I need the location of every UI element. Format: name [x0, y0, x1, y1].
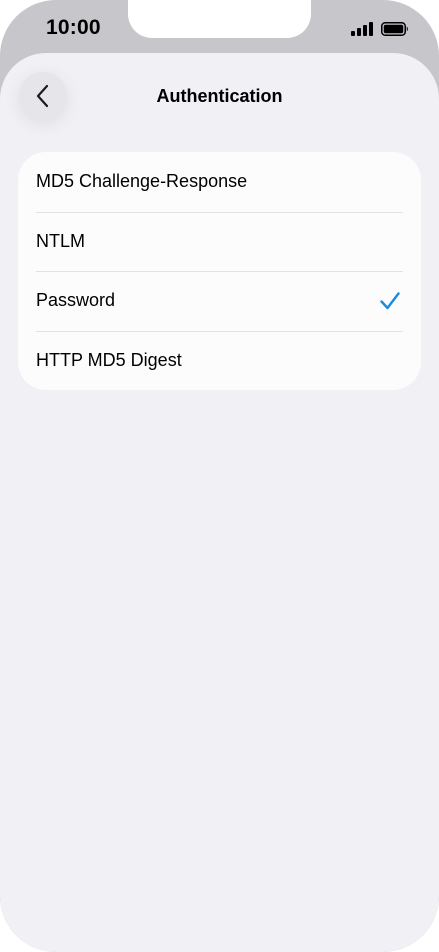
option-ntlm[interactable]: NTLM	[18, 211, 421, 272]
status-bar: 10:00	[0, 0, 439, 58]
option-label: HTTP MD5 Digest	[36, 349, 182, 370]
battery-icon	[381, 22, 408, 36]
notch	[128, 0, 311, 38]
authentication-options-list: MD5 Challenge-Response NTLM Password HTT…	[18, 152, 421, 390]
status-icons	[351, 20, 409, 38]
option-label: NTLM	[36, 230, 85, 251]
status-time: 10:00	[46, 16, 101, 39]
authentication-sheet: Authentication MD5 Challenge-Response NT…	[0, 53, 439, 952]
nav-bar: Authentication	[0, 53, 439, 143]
option-label: MD5 Challenge-Response	[36, 171, 248, 192]
phone-screen: 10:00 Authentication MD5 Challenge-Respo…	[0, 0, 439, 952]
page-title: Authentication	[156, 86, 283, 106]
option-label: Password	[36, 290, 116, 311]
option-password[interactable]: Password	[18, 271, 421, 331]
option-md5-challenge-response[interactable]: MD5 Challenge-Response	[18, 152, 421, 212]
option-http-md5-digest[interactable]: HTTP MD5 Digest	[18, 330, 421, 391]
cellular-signal-icon	[351, 22, 373, 36]
checkmark-icon	[380, 292, 400, 309]
